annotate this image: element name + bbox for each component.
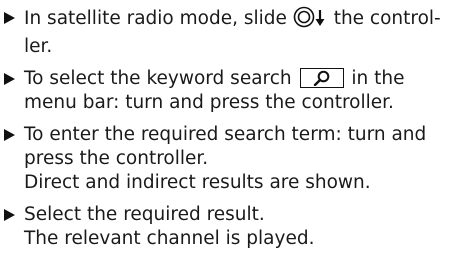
bullet-arrow-icon	[4, 73, 15, 85]
step-line-cont: menu bar: turn and press the controller.	[24, 92, 394, 113]
step-line-2: press the controller.	[24, 148, 209, 169]
step-result-text: The relevant channel is played.	[24, 228, 315, 249]
step-text-after: the control-	[333, 8, 441, 29]
search-icon	[299, 68, 344, 88]
controller-slide-down-icon	[293, 6, 327, 35]
bullet-arrow-icon	[4, 12, 15, 24]
bullet-arrow-icon	[4, 209, 15, 221]
instruction-list: In satellite radio mode, slide the contr…	[4, 6, 456, 259]
step-result-text: Direct and indirect results are shown.	[24, 172, 371, 193]
step-line-1: To enter the required search term: turn …	[24, 124, 427, 145]
bullet-arrow-icon	[4, 129, 15, 141]
step-text-before: To select the keyword search	[24, 68, 292, 89]
step-select-result: Select the required result. The relevant…	[4, 203, 456, 251]
step-line-1: Select the required result.	[24, 204, 265, 225]
step-enter-search-term: To enter the required search term: turn …	[4, 123, 456, 195]
step-line: To select the keyword search in the	[24, 67, 456, 91]
step-text-after: in the	[351, 68, 405, 89]
step-line: In satellite radio mode, slide the contr…	[24, 6, 456, 35]
step-text-before: In satellite radio mode, slide	[24, 8, 287, 29]
step-line-cont: ler.	[24, 36, 53, 57]
step-slide-controller: In satellite radio mode, slide the contr…	[4, 6, 456, 59]
step-select-keyword-search: To select the keyword search in the menu…	[4, 67, 456, 115]
